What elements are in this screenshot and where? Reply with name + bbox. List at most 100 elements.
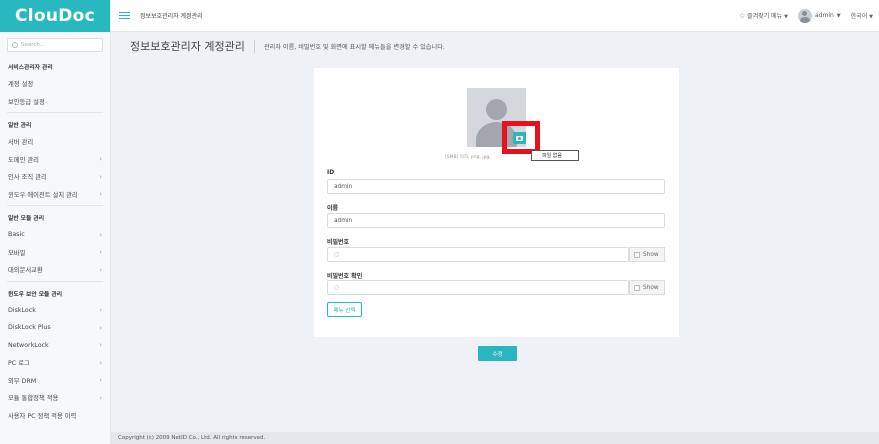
header-divider xyxy=(253,39,255,53)
sidebar-item-label: 서버 관리 xyxy=(8,139,34,147)
sidebar-divider xyxy=(7,112,103,113)
language-menu[interactable]: 한국어 ▼ xyxy=(851,11,873,20)
sidebar-item[interactable]: NetworkLock › xyxy=(0,337,110,355)
footer-text: Copyright (c) 2009 NetID Co., Ltd. All r… xyxy=(118,435,266,441)
password-confirm-field[interactable]: ○ xyxy=(327,280,629,295)
sidebar-item-label: 모듈 통합정책 적용 xyxy=(8,395,59,403)
user-menu[interactable]: admin ▼ xyxy=(797,8,841,23)
sidebar: ClouDoc Search... 서비스관리자 관리 계정 설정 보안등급 설정 일… xyxy=(0,0,111,444)
account-form-card: [SMB] 이하, png, jpg, 파일 없음 ID admin 이름 ad… xyxy=(314,68,679,337)
sidebar-item-label: 인사 조직 관리 xyxy=(8,174,47,182)
sidebar-divider xyxy=(7,280,103,282)
menu-toggle-icon[interactable] xyxy=(119,11,130,20)
sidebar-item-label: PC 로그 xyxy=(8,360,30,368)
chevron-right-icon: › xyxy=(99,155,102,164)
password-confirm-label: 비밀번호 확인 xyxy=(327,273,363,280)
sidebar-item[interactable]: 윈도우 에이전트 설치 관리 › xyxy=(0,186,110,204)
sidebar-item-label: 보안등급 설정 xyxy=(8,98,45,106)
logo[interactable]: ClouDoc xyxy=(0,0,110,32)
chevron-right-icon: › xyxy=(99,323,102,332)
user-name: admin xyxy=(814,12,834,19)
file-hint: [SMB] 이하, png, jpg, xyxy=(445,155,491,160)
name-field[interactable]: admin xyxy=(327,213,665,228)
password-confirm-show-toggle[interactable]: Show xyxy=(629,280,665,295)
sidebar-group-title: 일반 관리 xyxy=(8,123,32,129)
menu-select-button[interactable]: 메뉴 선택 xyxy=(327,302,362,317)
sidebar-item[interactable]: PC 로그 › xyxy=(0,354,110,372)
show-checkbox[interactable] xyxy=(634,251,640,258)
chevron-down-icon: ▼ xyxy=(836,12,841,19)
sidebar-item[interactable]: 대외문서교환 › xyxy=(0,261,110,279)
sidebar-item-label: 도메인 관리 xyxy=(8,156,39,164)
sidebar-item[interactable]: 모바일 › xyxy=(0,244,110,262)
password-field[interactable]: ○ xyxy=(327,247,629,262)
sidebar-item[interactable]: 보안등급 설정 xyxy=(0,93,110,111)
sidebar-divider xyxy=(7,205,103,206)
name-value: admin xyxy=(334,217,353,224)
file-input[interactable]: 파일 없음 xyxy=(531,150,579,161)
menu-select-label: 메뉴 선택 xyxy=(333,307,356,314)
chevron-right-icon: › xyxy=(99,265,102,274)
file-input-label: 파일 없음 xyxy=(542,153,562,159)
show-label: Show xyxy=(643,284,659,291)
sidebar-item-label: NetworkLock xyxy=(8,341,49,349)
favorites-menu[interactable]: ☆ 즐겨찾기 메뉴 ▼ xyxy=(739,11,788,20)
star-icon: ☆ xyxy=(738,12,746,20)
chevron-right-icon: › xyxy=(99,230,102,239)
sidebar-item[interactable]: 도메인 관리 › xyxy=(0,151,110,169)
sidebar-item-label: Basic xyxy=(8,231,25,239)
chevron-right-icon: › xyxy=(99,341,102,350)
chevron-right-icon: › xyxy=(99,172,102,181)
submit-label: 수정 xyxy=(492,351,503,358)
chevron-right-icon: › xyxy=(99,358,102,367)
sidebar-group-title: 일반 모듈 관리 xyxy=(8,216,45,222)
lock-icon: ○ xyxy=(334,251,340,258)
search-icon xyxy=(12,42,18,48)
sidebar-item-label: 윈도우 에이전트 설치 관리 xyxy=(8,191,78,199)
show-label: Show xyxy=(643,251,659,258)
logo-text: ClouDoc xyxy=(14,6,96,26)
submit-button[interactable]: 수정 xyxy=(478,346,517,361)
password-show-toggle[interactable]: Show xyxy=(629,247,665,262)
lock-icon: ○ xyxy=(334,284,340,291)
favorites-label: 즐겨찾기 메뉴 xyxy=(747,13,783,20)
show-checkbox[interactable] xyxy=(634,284,640,291)
name-label: 이름 xyxy=(327,205,339,212)
sidebar-item[interactable]: Basic › xyxy=(0,226,110,244)
sidebar-item[interactable]: 사용자 PC 정책 적용 이력 xyxy=(0,407,110,425)
sidebar-item-label: 계정 설정 xyxy=(8,81,34,89)
avatar xyxy=(797,8,812,23)
sidebar-item[interactable]: 인사 조직 관리 › xyxy=(0,168,110,186)
search-input[interactable]: Search... xyxy=(7,38,103,52)
sidebar-item-label: 대외문서교환 xyxy=(8,267,43,275)
footer: Copyright (c) 2009 NetID Co., Ltd. All r… xyxy=(111,432,879,444)
chevron-right-icon: › xyxy=(99,393,102,402)
language-label: 한국어 xyxy=(850,13,868,20)
sidebar-item[interactable]: 외부 DRM › xyxy=(0,372,110,390)
sidebar-item-label: 외부 DRM xyxy=(8,377,37,385)
id-field[interactable]: admin xyxy=(327,179,665,194)
page-title: 정보보호관리자 계정관리 xyxy=(130,40,245,53)
sidebar-group-title: 윈도우 보안 모듈 관리 xyxy=(8,291,63,298)
page-description: 관리자 이름, 비밀번호 및 화면에 표시할 메뉴들을 변경할 수 있습니다. xyxy=(263,43,445,51)
sidebar-item[interactable]: DiskLock Plus › xyxy=(0,319,110,337)
id-value: admin xyxy=(334,183,353,190)
sidebar-item[interactable]: 서버 관리 xyxy=(0,133,110,151)
page-header: 정보보호관리자 계정관리 관리자 이름, 비밀번호 및 화면에 표시할 메뉴들을… xyxy=(130,38,445,54)
sidebar-item[interactable]: 계정 설정 xyxy=(0,75,110,93)
sidebar-item-label: 사용자 PC 정책 적용 이력 xyxy=(8,412,77,420)
sidebar-item-label: DiskLock Plus xyxy=(8,324,51,332)
password-label: 비밀번호 xyxy=(327,239,350,246)
sidebar-nav: 서비스관리자 관리 계정 설정 보안등급 설정 일반 관리 서버 관리 도메인 관리 › 인사… xyxy=(0,58,110,424)
chevron-right-icon: › xyxy=(99,306,102,315)
sidebar-item[interactable]: 모듈 통합정책 적용 › xyxy=(0,389,110,407)
chevron-right-icon: › xyxy=(99,248,102,257)
id-label: ID xyxy=(327,169,335,176)
chevron-right-icon: › xyxy=(99,190,102,199)
sidebar-item-label: 모바일 xyxy=(8,249,26,257)
sidebar-item[interactable]: DiskLock › xyxy=(0,302,110,320)
user-silhouette-head xyxy=(486,99,507,120)
search-placeholder: Search... xyxy=(21,42,46,48)
topbar-title: 정보보호관리자 계정관리 xyxy=(140,13,203,20)
chevron-right-icon: › xyxy=(99,376,102,385)
